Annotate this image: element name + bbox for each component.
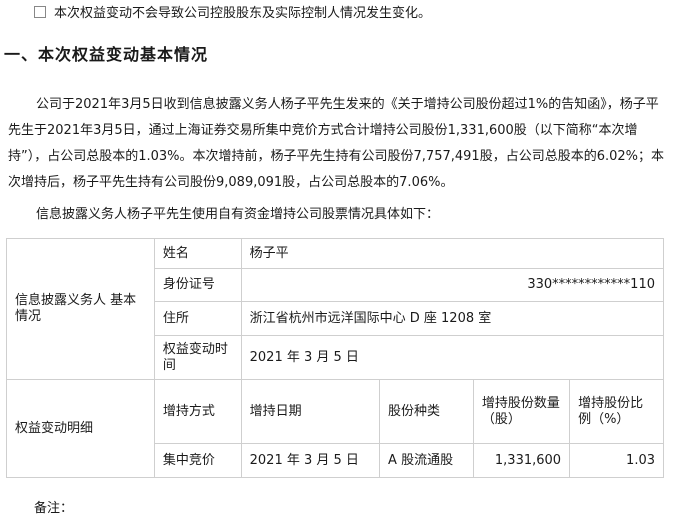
cell-quantity: 1,331,600	[472, 443, 571, 478]
table-row: 权益变动明细 增持方式 增持日期 股份种类 增持股份数量（股） 增持股份比例（%…	[6, 379, 664, 478]
id-label: 身份证号	[153, 268, 242, 302]
section1-label: 信息披露义务人 基本情况	[6, 238, 155, 380]
header-quantity: 增持股份数量（股）	[472, 379, 571, 444]
header-share-type: 股份种类	[379, 379, 474, 444]
section-heading: 一、本次权益变动基本情况	[4, 45, 209, 64]
name-label: 姓名	[153, 238, 242, 269]
bullet-text: 本次权益变动不会导致公司控股股东及实际控制人情况发生变化。	[54, 6, 432, 21]
section2-label: 权益变动明细	[6, 379, 155, 478]
note-label: 备注：	[34, 501, 74, 516]
header-ratio: 增持股份比例（%）	[569, 379, 664, 444]
date-label: 权益变动时间	[153, 335, 242, 380]
header-date: 增持日期	[240, 379, 381, 444]
paragraph-main: 公司于2021年3月5日收到信息披露义务人杨子平先生发来的《关于增持公司股份超过…	[8, 97, 664, 190]
cell-date: 2021 年 3 月 5 日	[240, 443, 381, 478]
date-value: 2021 年 3 月 5 日	[240, 335, 665, 380]
bullet-line: 本次权益变动不会导致公司控股股东及实际控制人情况发生变化。	[34, 4, 431, 24]
id-value: 330************110	[240, 268, 665, 302]
address-label: 住所	[153, 301, 242, 336]
checkbox-icon	[34, 6, 46, 18]
cell-share-type: A 股流通股	[379, 443, 474, 478]
header-method: 增持方式	[153, 379, 242, 444]
table-row: 信息披露义务人 基本情况 姓名 杨子平	[6, 238, 665, 380]
address-value: 浙江省杭州市远洋国际中心 D 座 1208 室	[240, 301, 665, 336]
disclosure-table: 信息披露义务人 基本情况 姓名 杨子平 身份证号 330************…	[6, 238, 665, 478]
cell-method: 集中竞价	[153, 443, 242, 478]
paragraph-intro: 信息披露义务人杨子平先生使用自有资金增持公司股票情况具体如下：	[36, 207, 440, 222]
name-value: 杨子平	[240, 238, 665, 269]
cell-ratio: 1.03	[569, 443, 664, 478]
